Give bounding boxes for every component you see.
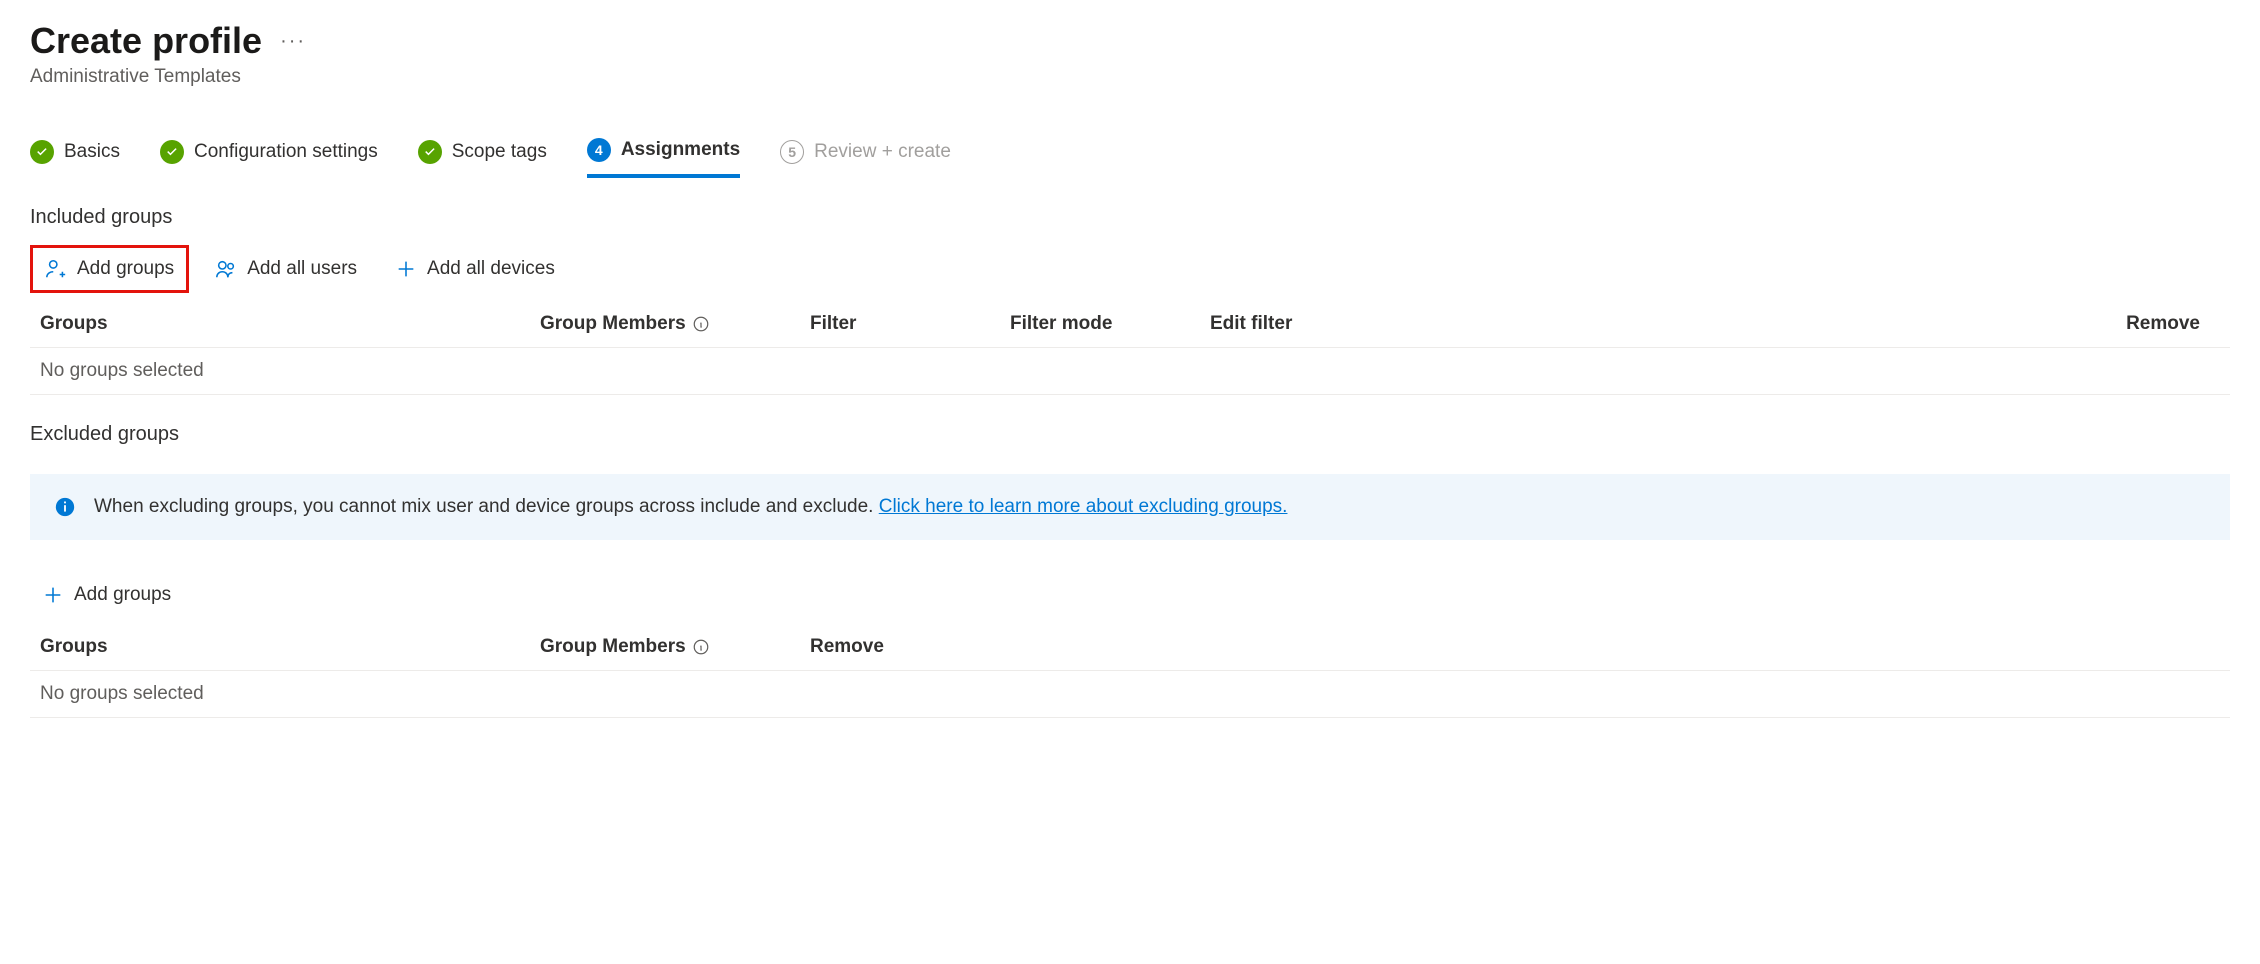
wizard-steps: Basics Configuration settings Scope tags…	[30, 138, 2230, 178]
excluded-info-banner: When excluding groups, you cannot mix us…	[30, 474, 2230, 540]
col-edit-filter: Edit filter	[1210, 313, 1410, 335]
plus-icon	[42, 584, 64, 606]
col-filter: Filter	[810, 313, 1010, 335]
info-link[interactable]: Click here to learn more about excluding…	[879, 496, 1288, 517]
add-groups-button-excluded[interactable]: Add groups	[30, 574, 183, 616]
excluded-groups-table: Groups Group Members Remove No groups se…	[30, 624, 2230, 718]
step-basics[interactable]: Basics	[30, 138, 120, 178]
col-group-members: Group Members	[540, 636, 810, 658]
add-all-users-button[interactable]: Add all users	[203, 248, 369, 290]
table-header: Groups Group Members Filter Filter mode …	[30, 301, 2230, 348]
col-group-members: Group Members	[540, 313, 810, 335]
table-row-empty: No groups selected	[30, 348, 2230, 395]
step-review-create[interactable]: 5 Review + create	[780, 138, 951, 178]
col-remove: Remove	[1410, 313, 2220, 335]
button-label: Add all devices	[427, 258, 555, 280]
people-icon	[215, 258, 237, 280]
button-label: Add groups	[74, 584, 171, 606]
button-label: Add groups	[77, 258, 174, 280]
plus-icon	[395, 258, 417, 280]
step-configuration-settings[interactable]: Configuration settings	[160, 138, 378, 178]
step-label: Basics	[64, 141, 120, 163]
table-row-empty: No groups selected	[30, 671, 2230, 718]
included-groups-table: Groups Group Members Filter Filter mode …	[30, 301, 2230, 395]
info-icon[interactable]	[692, 638, 710, 656]
empty-message: No groups selected	[40, 683, 540, 705]
info-text: When excluding groups, you cannot mix us…	[94, 496, 1287, 518]
col-groups: Groups	[40, 636, 540, 658]
empty-message: No groups selected	[40, 360, 540, 382]
step-number-icon: 5	[780, 140, 804, 164]
page-title: Create profile	[30, 20, 262, 62]
button-label: Add all users	[247, 258, 357, 280]
check-icon	[30, 140, 54, 164]
step-label: Review + create	[814, 141, 951, 163]
more-icon[interactable]: ···	[280, 30, 306, 53]
col-filter-mode: Filter mode	[1010, 313, 1210, 335]
page-subtitle: Administrative Templates	[30, 66, 2230, 88]
step-label: Configuration settings	[194, 141, 378, 163]
step-label: Scope tags	[452, 141, 547, 163]
excluded-groups-heading: Excluded groups	[30, 423, 2230, 446]
info-icon	[54, 496, 76, 518]
col-groups: Groups	[40, 313, 540, 335]
person-add-icon	[45, 258, 67, 280]
check-icon	[160, 140, 184, 164]
check-icon	[418, 140, 442, 164]
excluded-action-bar: Add groups	[30, 574, 2230, 616]
table-header: Groups Group Members Remove	[30, 624, 2230, 671]
add-all-devices-button[interactable]: Add all devices	[383, 248, 567, 290]
col-remove: Remove	[810, 636, 2220, 658]
info-icon[interactable]	[692, 315, 710, 333]
included-groups-heading: Included groups	[30, 206, 2230, 229]
step-assignments[interactable]: 4 Assignments	[587, 138, 740, 178]
step-scope-tags[interactable]: Scope tags	[418, 138, 547, 178]
add-groups-button[interactable]: Add groups	[30, 245, 189, 293]
step-label: Assignments	[621, 139, 740, 161]
step-number-icon: 4	[587, 138, 611, 162]
included-action-bar: Add groups Add all users Add all devices	[30, 245, 2230, 293]
